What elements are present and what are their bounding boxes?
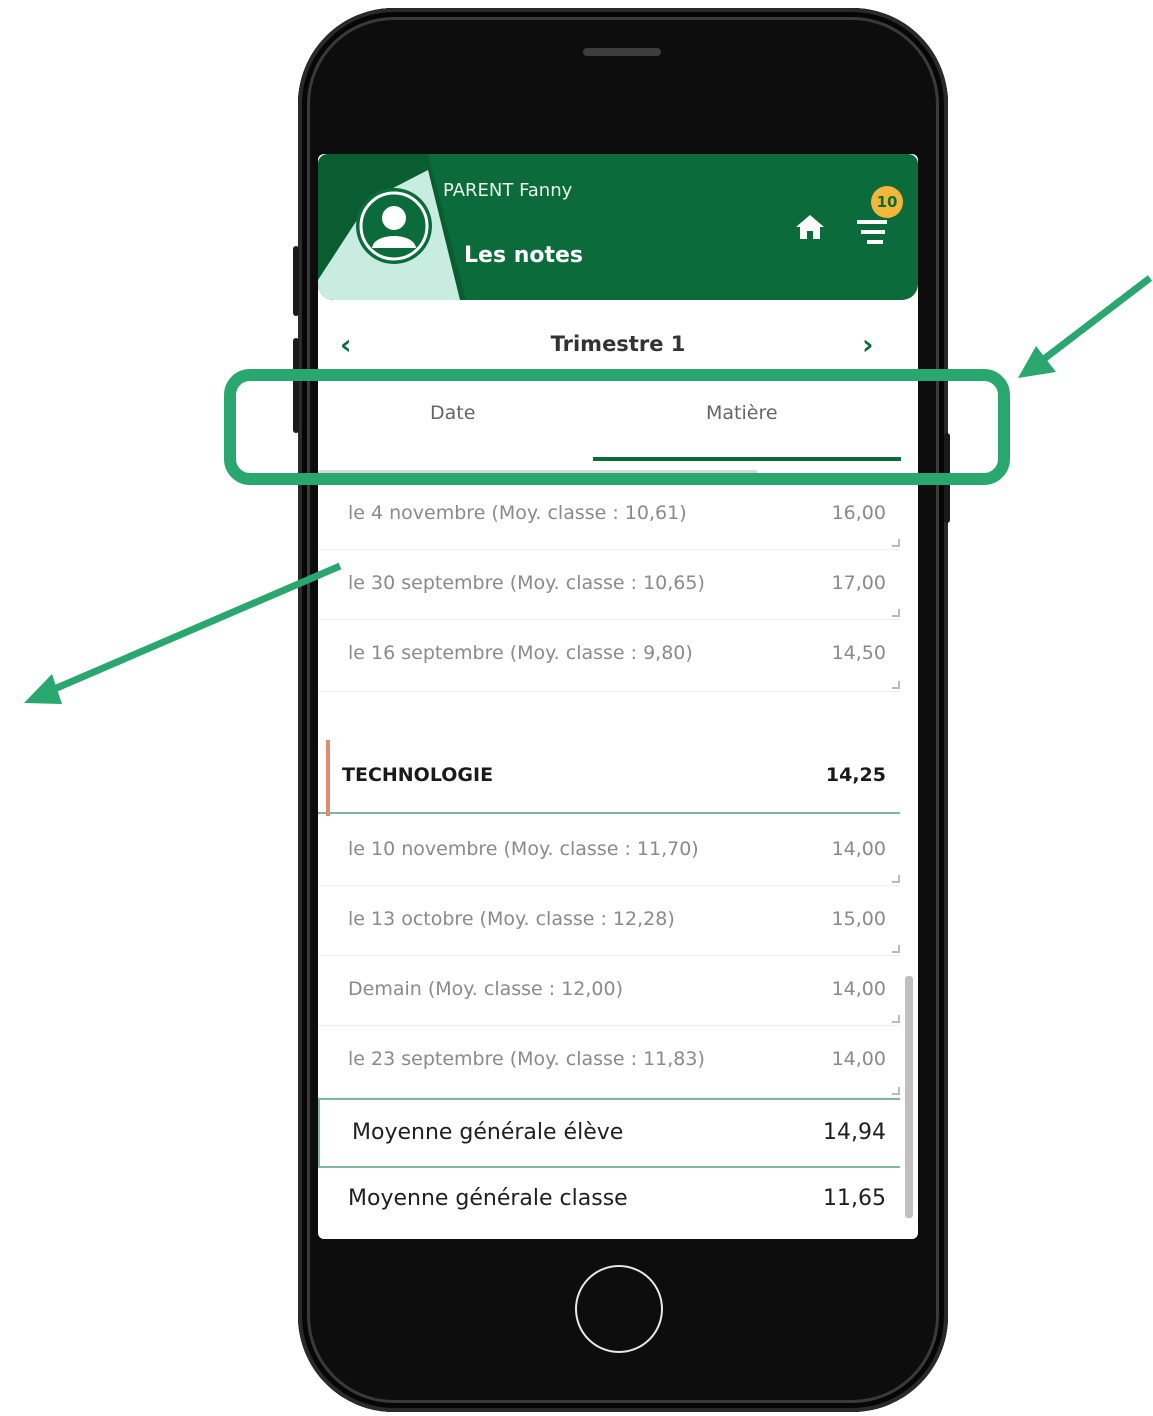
arrow-from-list-icon (24, 562, 342, 704)
annotation-arrows (24, 275, 1153, 704)
arrow-to-tabs-icon (1018, 275, 1153, 378)
